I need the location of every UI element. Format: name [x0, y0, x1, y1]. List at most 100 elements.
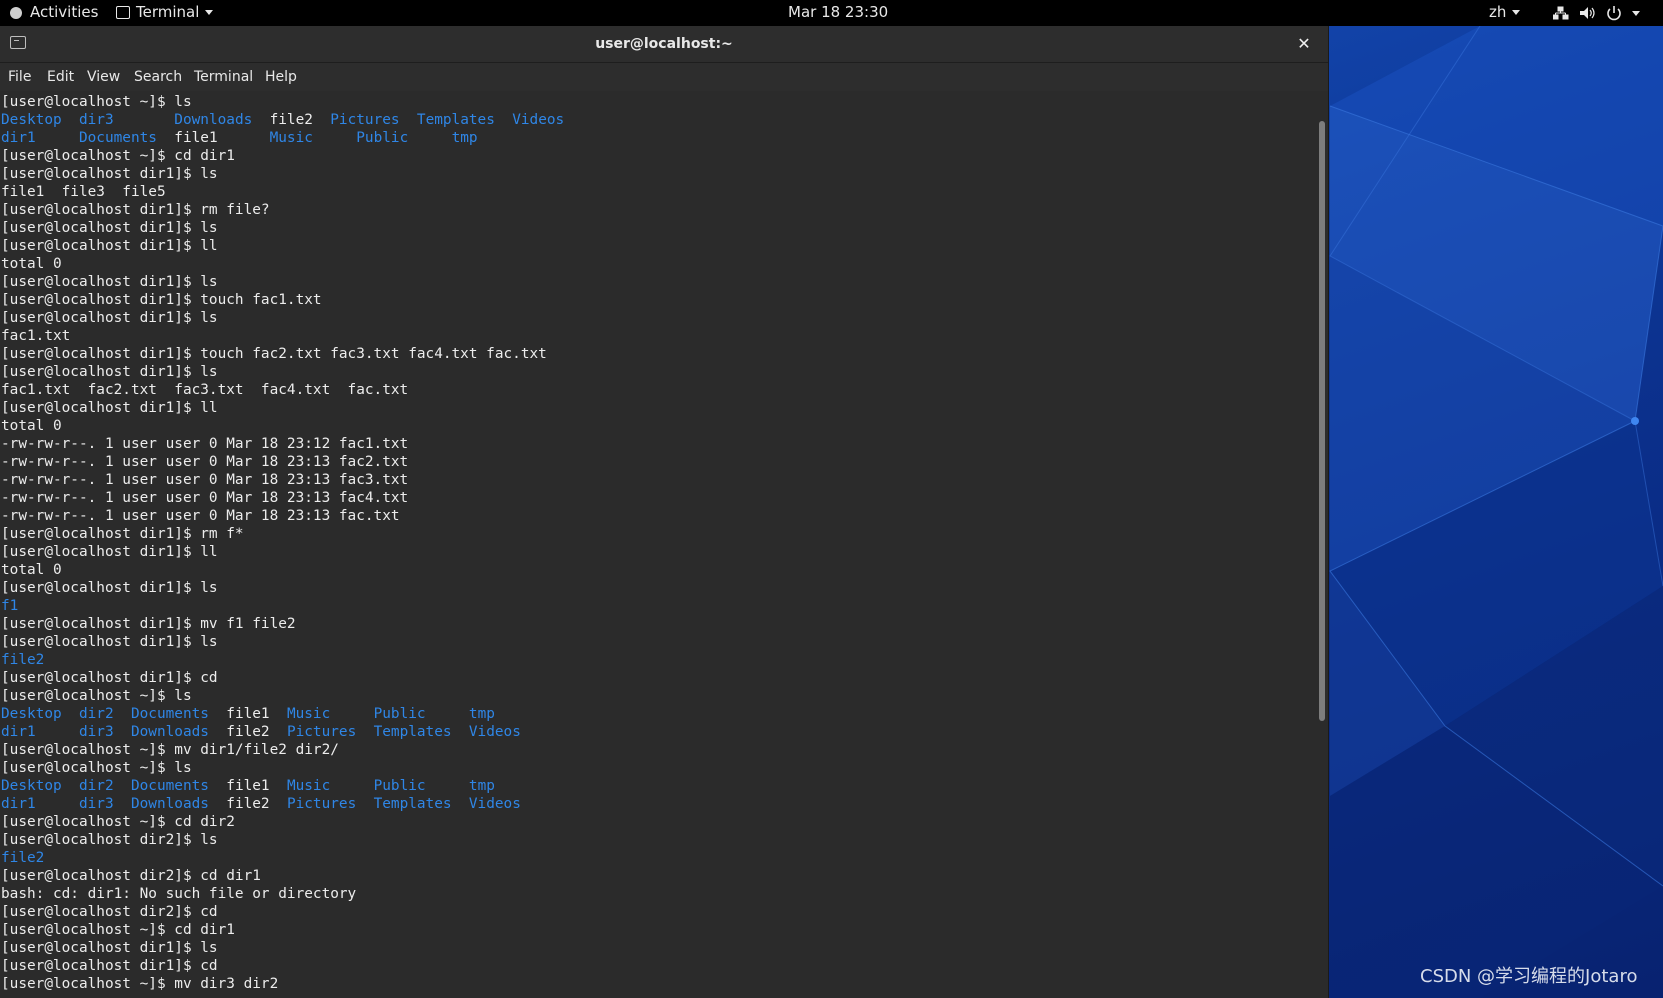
terminal-line: file2 [1, 651, 564, 669]
menu-bar: File Edit View Search Terminal Help [0, 63, 1328, 91]
terminal-output[interactable]: [user@localhost ~]$ ls Desktop dir3 Downl… [0, 91, 1315, 998]
directory-name: dir3 [78, 724, 114, 740]
menu-view[interactable]: View [87, 63, 120, 91]
terminal-line: [user@localhost ~]$ ls [1, 93, 564, 111]
terminal-text: [user@localhost dir1]$ touch fac1.txt [1, 292, 322, 308]
app-menu-terminal[interactable]: Terminal [116, 0, 214, 26]
terminal-line: total 0 [1, 561, 564, 579]
scrollbar[interactable] [1315, 91, 1328, 998]
terminal-line: dir1 dir3 Downloads file2 Pictures Templ… [1, 723, 564, 741]
top-panel: Activities Terminal Mar 18 23:30 zh [0, 0, 1663, 26]
directory-name: Templates [373, 724, 452, 740]
terminal-line: [user@localhost dir1]$ ls [1, 165, 564, 183]
directory-name: Documents [78, 130, 157, 146]
input-source-menu[interactable]: zh [1489, 0, 1521, 26]
app-menu-label: Terminal [136, 3, 200, 21]
terminal-text: [user@localhost dir1]$ ls [1, 940, 218, 956]
directory-name: Public [356, 130, 409, 146]
terminal-text: bash: cd: dir1: No such file or director… [1, 886, 357, 902]
menu-edit[interactable]: Edit [47, 63, 74, 91]
directory-name: dir1 [1, 724, 36, 740]
terminal-text: [user@localhost dir1]$ ls [1, 220, 218, 236]
terminal-text: [user@localhost ~]$ ls [1, 760, 192, 776]
watermark-text: CSDN @学习编程的Jotaro [1420, 966, 1638, 987]
clock[interactable]: Mar 18 23:30 [788, 0, 888, 26]
directory-name: Templates [373, 796, 452, 812]
scrollbar-thumb[interactable] [1319, 121, 1325, 721]
directory-name: tmp [468, 706, 495, 722]
directory-name: Templates [416, 112, 495, 128]
terminal-line: fac1.txt [1, 327, 564, 345]
activities-button[interactable]: Activities [10, 0, 98, 26]
directory-name: Music [286, 778, 331, 794]
directory-name: dir3 [78, 796, 114, 812]
terminal-line: [user@localhost dir1]$ ls [1, 939, 564, 957]
terminal-line: file2 [1, 849, 564, 867]
directory-name: Videos [512, 112, 565, 128]
directory-name: Videos [468, 724, 521, 740]
terminal-text: [user@localhost dir1]$ cd [1, 958, 218, 974]
menu-file[interactable]: File [8, 63, 31, 91]
terminal-text: [user@localhost ~]$ cd dir1 [1, 148, 235, 164]
terminal-text: fac1.txt fac2.txt fac3.txt fac4.txt fac.… [1, 382, 409, 398]
terminal-text: file1 [208, 706, 287, 722]
terminal-line: -rw-rw-r--. 1 user user 0 Mar 18 23:13 f… [1, 453, 564, 471]
terminal-text: [user@localhost dir1]$ rm file? [1, 202, 270, 218]
terminal-text: file2 [252, 112, 331, 128]
terminal-text: [user@localhost ~]$ cd dir1 [1, 922, 235, 938]
close-button[interactable]: ✕ [1292, 26, 1316, 62]
directory-name: Documents [130, 706, 209, 722]
terminal-text: total 0 [1, 418, 62, 434]
terminal-line: [user@localhost dir2]$ cd [1, 903, 564, 921]
terminal-line: [user@localhost ~]$ cd dir1 [1, 147, 564, 165]
directory-name: Pictures [286, 724, 357, 740]
terminal-line: [user@localhost ~]$ cd dir2 [1, 813, 564, 831]
directory-name: Videos [468, 796, 521, 812]
directory-name: f1 [1, 598, 19, 614]
terminal-line: [user@localhost dir2]$ ls [1, 831, 564, 849]
system-menu[interactable] [1552, 0, 1645, 26]
close-icon: ✕ [1297, 34, 1311, 53]
directory-name: Desktop [1, 778, 62, 794]
directory-name: dir3 [78, 112, 114, 128]
directory-name: dir1 [1, 796, 36, 812]
terminal-line: Desktop dir2 Documents file1 Music Publi… [1, 777, 564, 795]
terminal-line: f1 [1, 597, 564, 615]
terminal-line: [user@localhost dir1]$ touch fac2.txt fa… [1, 345, 564, 363]
terminal-text: [user@localhost dir1]$ ls [1, 634, 218, 650]
terminal-text: [user@localhost dir1]$ touch fac2.txt fa… [1, 346, 547, 362]
terminal-line: [user@localhost dir1]$ cd [1, 669, 564, 687]
terminal-text: file2 [208, 724, 287, 740]
directory-name: Public [373, 778, 426, 794]
terminal-line: [user@localhost dir1]$ touch fac1.txt [1, 291, 564, 309]
directory-name: tmp [451, 130, 478, 146]
terminal-text: total 0 [1, 256, 62, 272]
terminal-line: [user@localhost dir1]$ ll [1, 543, 564, 561]
terminal-text: file2 [208, 796, 287, 812]
terminal-text: [user@localhost dir1]$ ls [1, 166, 218, 182]
window-titlebar[interactable]: user@localhost:~ ✕ [0, 26, 1328, 63]
menu-terminal[interactable]: Terminal [194, 63, 253, 91]
network-icon [1552, 6, 1569, 20]
terminal-line: [user@localhost dir1]$ ll [1, 399, 564, 417]
terminal-line: [user@localhost dir1]$ ls [1, 273, 564, 291]
menu-search[interactable]: Search [134, 63, 182, 91]
directory-name: Downloads [130, 724, 209, 740]
directory-name: Desktop [1, 706, 62, 722]
terminal-text: [user@localhost dir1]$ ls [1, 364, 218, 380]
terminal-line: total 0 [1, 417, 564, 435]
menu-help[interactable]: Help [265, 63, 297, 91]
terminal-window: user@localhost:~ ✕ File Edit View Search… [0, 26, 1329, 998]
terminal-line: [user@localhost dir2]$ cd dir1 [1, 867, 564, 885]
